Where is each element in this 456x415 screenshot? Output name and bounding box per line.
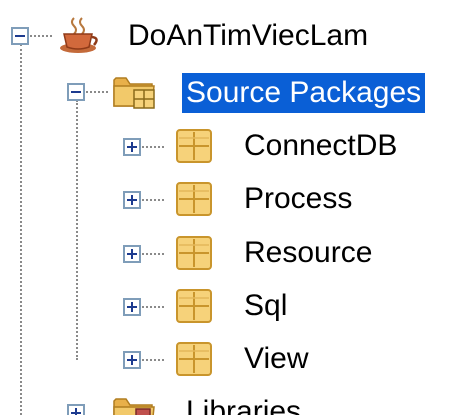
package-label-resource[interactable]: Resource: [244, 233, 372, 273]
coffee-cup-project-icon: [60, 17, 98, 53]
package-icon: [176, 342, 212, 376]
tree-guide-line: [142, 146, 164, 148]
package-label-sql[interactable]: Sql: [244, 286, 287, 326]
package-label-process[interactable]: Process: [244, 179, 352, 219]
libraries-folder-icon: [113, 398, 155, 415]
tree-guide-line: [142, 306, 164, 308]
package-expand-toggle[interactable]: [123, 245, 141, 263]
libraries-expand-toggle[interactable]: [67, 404, 85, 415]
package-expand-toggle[interactable]: [123, 298, 141, 316]
tree-guide-line: [142, 359, 164, 361]
package-label-view[interactable]: View: [244, 339, 308, 379]
package-icon: [176, 129, 212, 163]
tree-guide-line: [142, 253, 164, 255]
package-expand-toggle[interactable]: [123, 138, 141, 156]
package-expand-toggle[interactable]: [123, 351, 141, 369]
package-label-connectdb[interactable]: ConnectDB: [244, 126, 397, 166]
libraries-label[interactable]: Libraries: [186, 392, 301, 415]
tree-guide-line: [20, 44, 22, 415]
tree-guide-line: [86, 91, 108, 93]
package-icon: [176, 182, 212, 216]
source-packages-label[interactable]: Source Packages: [182, 73, 426, 113]
project-label[interactable]: DoAnTimViecLam: [128, 16, 368, 56]
tree-guide-line: [30, 35, 52, 37]
project-collapse-toggle[interactable]: [11, 27, 29, 45]
source-folder-icon: [113, 77, 155, 109]
tree-guide-line: [76, 100, 78, 360]
source-packages-collapse-toggle[interactable]: [67, 83, 85, 101]
package-icon: [176, 236, 212, 270]
package-icon: [176, 289, 212, 323]
package-expand-toggle[interactable]: [123, 191, 141, 209]
tree-guide-line: [142, 199, 164, 201]
project-tree: DoAnTimViecLam Source Packages ConnectDB…: [0, 0, 456, 415]
